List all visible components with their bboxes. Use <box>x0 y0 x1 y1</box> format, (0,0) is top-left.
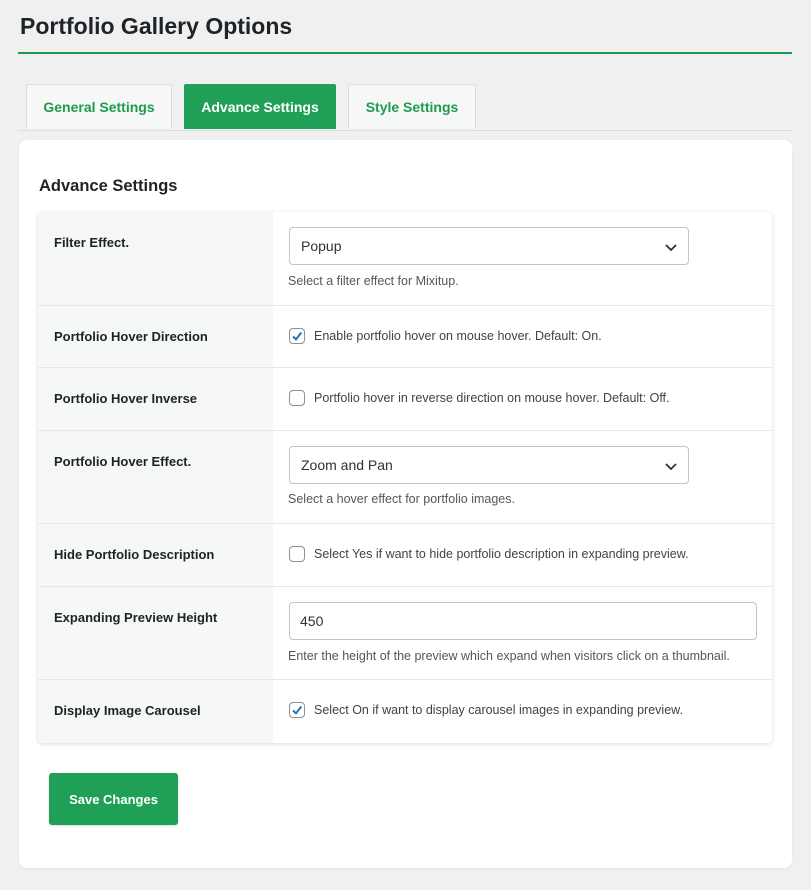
checkmark-icon <box>292 331 303 341</box>
hover-direction-checkbox[interactable] <box>289 328 305 344</box>
row-preview-height: Expanding Preview Height 450 Enter the h… <box>38 587 772 680</box>
hover-inverse-checkbox[interactable] <box>289 390 305 406</box>
row-image-carousel: Display Image Carousel Select On if want… <box>38 680 772 743</box>
row-filter-effect: Filter Effect. Popup Select a filter eff… <box>38 212 772 306</box>
row-label-cell: Portfolio Hover Effect. <box>38 431 273 523</box>
image-carousel-text: Select On if want to display carousel im… <box>314 703 683 717</box>
hide-description-checkbox[interactable] <box>289 546 305 562</box>
preview-height-label: Expanding Preview Height <box>54 610 218 625</box>
hover-effect-label: Portfolio Hover Effect. <box>54 454 192 469</box>
filter-effect-select[interactable]: Popup <box>289 227 689 265</box>
settings-panel: Advance Settings Filter Effect. Popup Se… <box>19 140 792 868</box>
row-label-cell: Portfolio Hover Direction <box>38 306 273 367</box>
row-hover-effect: Portfolio Hover Effect. Zoom and Pan Sel… <box>38 431 772 524</box>
hide-description-text: Select Yes if want to hide portfolio des… <box>314 547 689 561</box>
save-changes-button[interactable]: Save Changes <box>49 773 178 825</box>
row-label-cell: Hide Portfolio Description <box>38 524 273 586</box>
checkmark-icon <box>292 705 303 715</box>
hover-effect-select[interactable]: Zoom and Pan <box>289 446 689 484</box>
hover-direction-label: Portfolio Hover Direction <box>54 329 208 344</box>
hover-effect-value: Zoom and Pan <box>301 457 393 473</box>
row-hover-inverse: Portfolio Hover Inverse Portfolio hover … <box>38 368 772 431</box>
title-divider <box>18 52 792 54</box>
section-title: Advance Settings <box>39 177 178 195</box>
row-label-cell: Filter Effect. <box>38 212 273 305</box>
settings-table: Filter Effect. Popup Select a filter eff… <box>38 212 772 743</box>
filter-effect-description: Select a filter effect for Mixitup. <box>288 274 459 288</box>
tab-advance-settings[interactable]: Advance Settings <box>184 84 336 129</box>
image-carousel-label: Display Image Carousel <box>54 703 201 718</box>
image-carousel-checkbox[interactable] <box>289 702 305 718</box>
page-title: Portfolio Gallery Options <box>20 13 293 39</box>
hover-inverse-text: Portfolio hover in reverse direction on … <box>314 391 670 405</box>
row-label-cell: Expanding Preview Height <box>38 587 273 679</box>
chevron-down-icon <box>665 244 677 252</box>
filter-effect-label: Filter Effect. <box>54 235 130 250</box>
row-hover-direction: Portfolio Hover Direction Enable portfol… <box>38 306 772 368</box>
tab-general-settings[interactable]: General Settings <box>26 84 172 129</box>
chevron-down-icon <box>665 463 677 471</box>
hide-description-label: Hide Portfolio Description <box>54 547 215 562</box>
preview-height-input[interactable]: 450 <box>289 602 757 640</box>
hover-direction-text: Enable portfolio hover on mouse hover. D… <box>314 329 602 343</box>
row-label-cell: Display Image Carousel <box>38 680 273 743</box>
tab-style-settings[interactable]: Style Settings <box>348 84 476 129</box>
row-hide-description: Hide Portfolio Description Select Yes if… <box>38 524 772 587</box>
hover-inverse-label: Portfolio Hover Inverse <box>54 391 198 406</box>
settings-tabs: General Settings Advance Settings Style … <box>18 84 792 131</box>
preview-height-description: Enter the height of the preview which ex… <box>288 649 730 663</box>
hover-effect-description: Select a hover effect for portfolio imag… <box>288 492 515 506</box>
filter-effect-value: Popup <box>301 238 342 254</box>
row-label-cell: Portfolio Hover Inverse <box>38 368 273 430</box>
